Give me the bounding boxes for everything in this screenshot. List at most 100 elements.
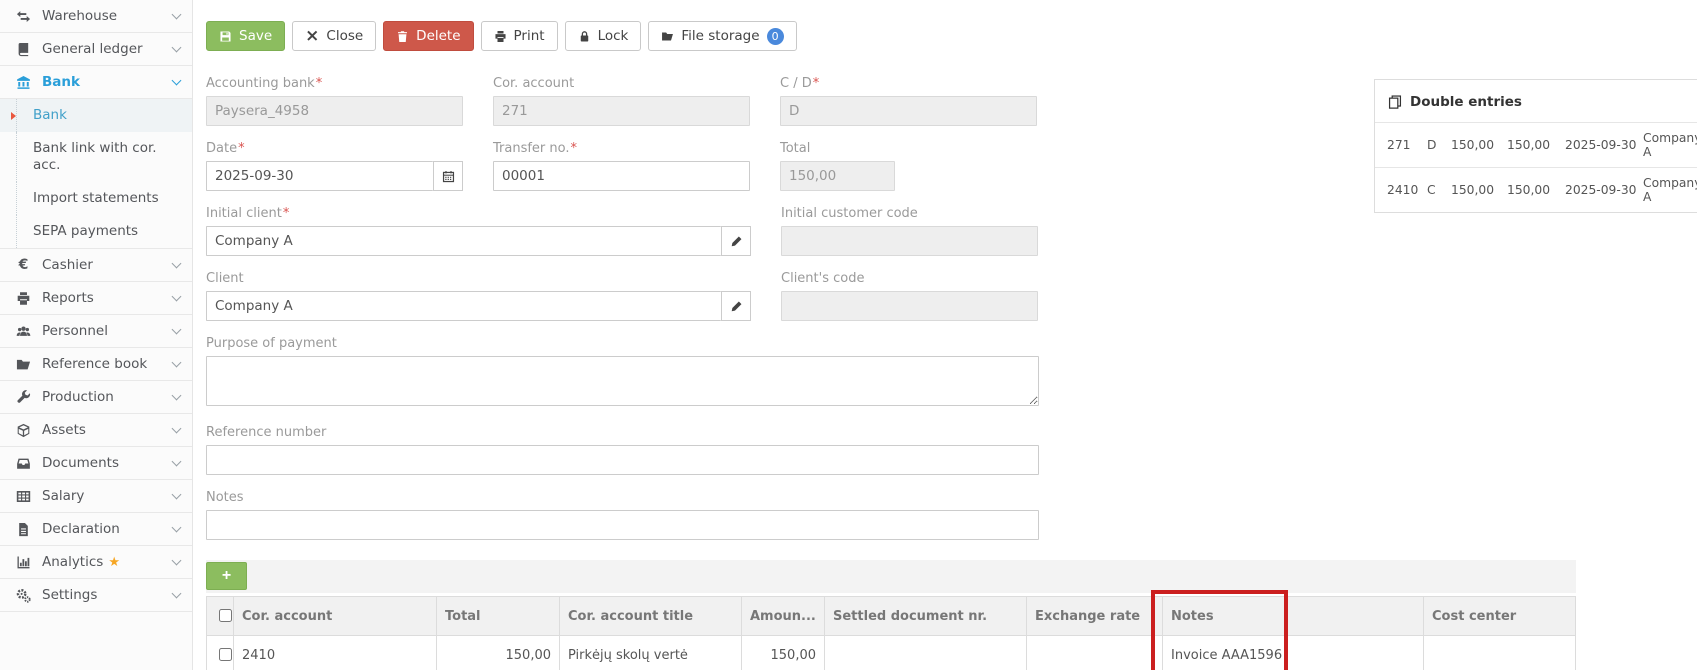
cd-field[interactable] — [780, 96, 1037, 126]
close-icon: × — [305, 30, 319, 43]
date-field[interactable] — [206, 161, 433, 191]
col-header-notes: Notes — [1163, 597, 1424, 636]
sidebar-item-label: Warehouse — [42, 8, 117, 24]
save-button[interactable]: Save — [206, 21, 285, 51]
cell-settled-document[interactable] — [825, 636, 1027, 670]
folder-icon — [13, 357, 34, 372]
submenu-item-import-statements[interactable]: Import statements — [0, 182, 192, 215]
cell-notes[interactable]: Invoice AAA1596 — [1163, 636, 1424, 670]
reference-number-field[interactable] — [206, 445, 1039, 475]
cell-total[interactable]: 150,00 — [437, 636, 560, 670]
app-window: Warehouse General ledger Bank Bank Bank … — [0, 0, 1697, 670]
sidebar-item-bank[interactable]: Bank — [0, 66, 192, 99]
sidebar-item-label: Salary — [42, 488, 84, 504]
trash-icon — [396, 30, 409, 43]
cell-cor-account[interactable]: 2410 — [234, 636, 437, 670]
notes-label: Notes — [206, 490, 1039, 505]
sidebar-item-personnel[interactable]: Personnel — [0, 315, 192, 348]
chevron-down-icon — [172, 391, 182, 401]
sidebar-item-label: Reports — [42, 290, 94, 306]
sidebar-item-warehouse[interactable]: Warehouse — [0, 0, 192, 33]
floppy-icon — [219, 30, 232, 43]
bank-submenu: Bank Bank link with cor. acc. Import sta… — [0, 99, 192, 249]
cd-label: C / D* — [780, 76, 1037, 91]
submenu-item-bank[interactable]: Bank — [0, 99, 192, 132]
entry-account: 271 — [1387, 138, 1427, 152]
clients-code-field[interactable] — [781, 291, 1038, 321]
initial-customer-code-label: Initial customer code — [781, 206, 1038, 221]
file-storage-label: File storage — [681, 28, 759, 44]
sidebar-item-cashier[interactable]: € Cashier — [0, 249, 192, 282]
cell-exchange-rate[interactable] — [1027, 636, 1163, 670]
delete-button[interactable]: Delete — [383, 21, 473, 51]
initial-customer-code-field[interactable] — [781, 226, 1038, 256]
cell-amount[interactable]: 150,00 — [742, 636, 825, 670]
chevron-down-icon — [172, 589, 182, 599]
delete-label: Delete — [416, 28, 460, 44]
total-field[interactable] — [780, 161, 895, 191]
row-checkbox[interactable] — [219, 648, 232, 661]
sidebar-item-settings[interactable]: Settings — [0, 579, 192, 612]
print-button[interactable]: Print — [481, 21, 558, 51]
submenu-item-bank-link[interactable]: Bank link with cor. acc. — [0, 132, 192, 182]
sidebar-item-label: Bank — [42, 74, 80, 90]
pencil-icon[interactable] — [721, 291, 751, 321]
sidebar-item-production[interactable]: Production — [0, 381, 192, 414]
chevron-down-icon — [172, 424, 182, 434]
chevron-down-icon — [172, 325, 182, 335]
document-icon — [13, 522, 34, 537]
open-folder-icon — [661, 30, 674, 43]
entry-client: Company A — [1643, 131, 1697, 159]
grid-toolbar: + — [206, 560, 1576, 593]
client-field[interactable] — [206, 291, 721, 321]
chevron-down-icon — [172, 358, 182, 368]
select-all-checkbox[interactable] — [219, 609, 232, 622]
entry-date: 2025-09-30 — [1565, 183, 1643, 197]
submenu-item-label: SEPA payments — [33, 223, 138, 239]
pencil-icon[interactable] — [721, 226, 751, 256]
entry-dc: D — [1427, 138, 1451, 152]
cell-cor-account-title[interactable]: Pirkėjų skolų vertė — [560, 636, 742, 670]
purpose-of-payment-field[interactable] — [206, 356, 1039, 406]
sidebar-item-declaration[interactable]: Declaration — [0, 513, 192, 546]
cell-cost-center[interactable] — [1424, 636, 1576, 670]
calendar-icon[interactable] — [433, 161, 463, 191]
file-storage-button[interactable]: File storage 0 — [648, 21, 796, 51]
transfer-no-field[interactable] — [493, 161, 750, 191]
lock-button[interactable]: Lock — [565, 21, 642, 51]
printer-icon — [494, 30, 507, 43]
notes-field[interactable] — [206, 510, 1039, 540]
accounting-bank-field[interactable] — [206, 96, 463, 126]
sidebar-item-documents[interactable]: Documents — [0, 447, 192, 480]
grid-data-row: 2410 150,00 Pirkėjų skolų vertė 150,00 I… — [207, 636, 1576, 670]
submenu-item-sepa-payments[interactable]: SEPA payments — [0, 215, 192, 248]
close-button[interactable]: × Close — [292, 21, 376, 51]
sidebar-item-assets[interactable]: Assets — [0, 414, 192, 447]
chevron-down-icon — [172, 10, 182, 20]
sidebar-item-label: Cashier — [42, 257, 93, 273]
cor-account-field[interactable] — [493, 96, 750, 126]
sidebar-item-reports[interactable]: Reports — [0, 282, 192, 315]
chevron-down-icon — [172, 259, 182, 269]
sidebar-item-general-ledger[interactable]: General ledger — [0, 33, 192, 66]
printer-icon — [13, 291, 34, 306]
double-entries-panel: Double entries 271 D 150,00 150,00 2025-… — [1374, 79, 1697, 213]
sidebar-item-salary[interactable]: Salary — [0, 480, 192, 513]
col-header-cor-account: Cor. account — [234, 597, 437, 636]
chevron-down-icon — [172, 523, 182, 533]
sidebar-item-label: Personnel — [42, 323, 108, 339]
warehouse-icon — [13, 9, 34, 24]
submenu-item-label: Bank — [33, 107, 67, 123]
initial-client-field[interactable] — [206, 226, 721, 256]
wrench-icon — [13, 390, 34, 405]
date-label: Date* — [206, 141, 463, 156]
col-header-total: Total — [437, 597, 560, 636]
copy-pages-icon — [1388, 95, 1402, 109]
sidebar-item-reference-book[interactable]: Reference book — [0, 348, 192, 381]
add-row-button[interactable]: + — [206, 562, 247, 590]
ledger-book-icon — [13, 42, 34, 57]
entry-account: 2410 — [1387, 183, 1427, 197]
sidebar-item-analytics[interactable]: Analytics ★ — [0, 546, 192, 579]
star-icon: ★ — [108, 555, 120, 570]
entry-amount: 150,00 — [1451, 183, 1507, 197]
